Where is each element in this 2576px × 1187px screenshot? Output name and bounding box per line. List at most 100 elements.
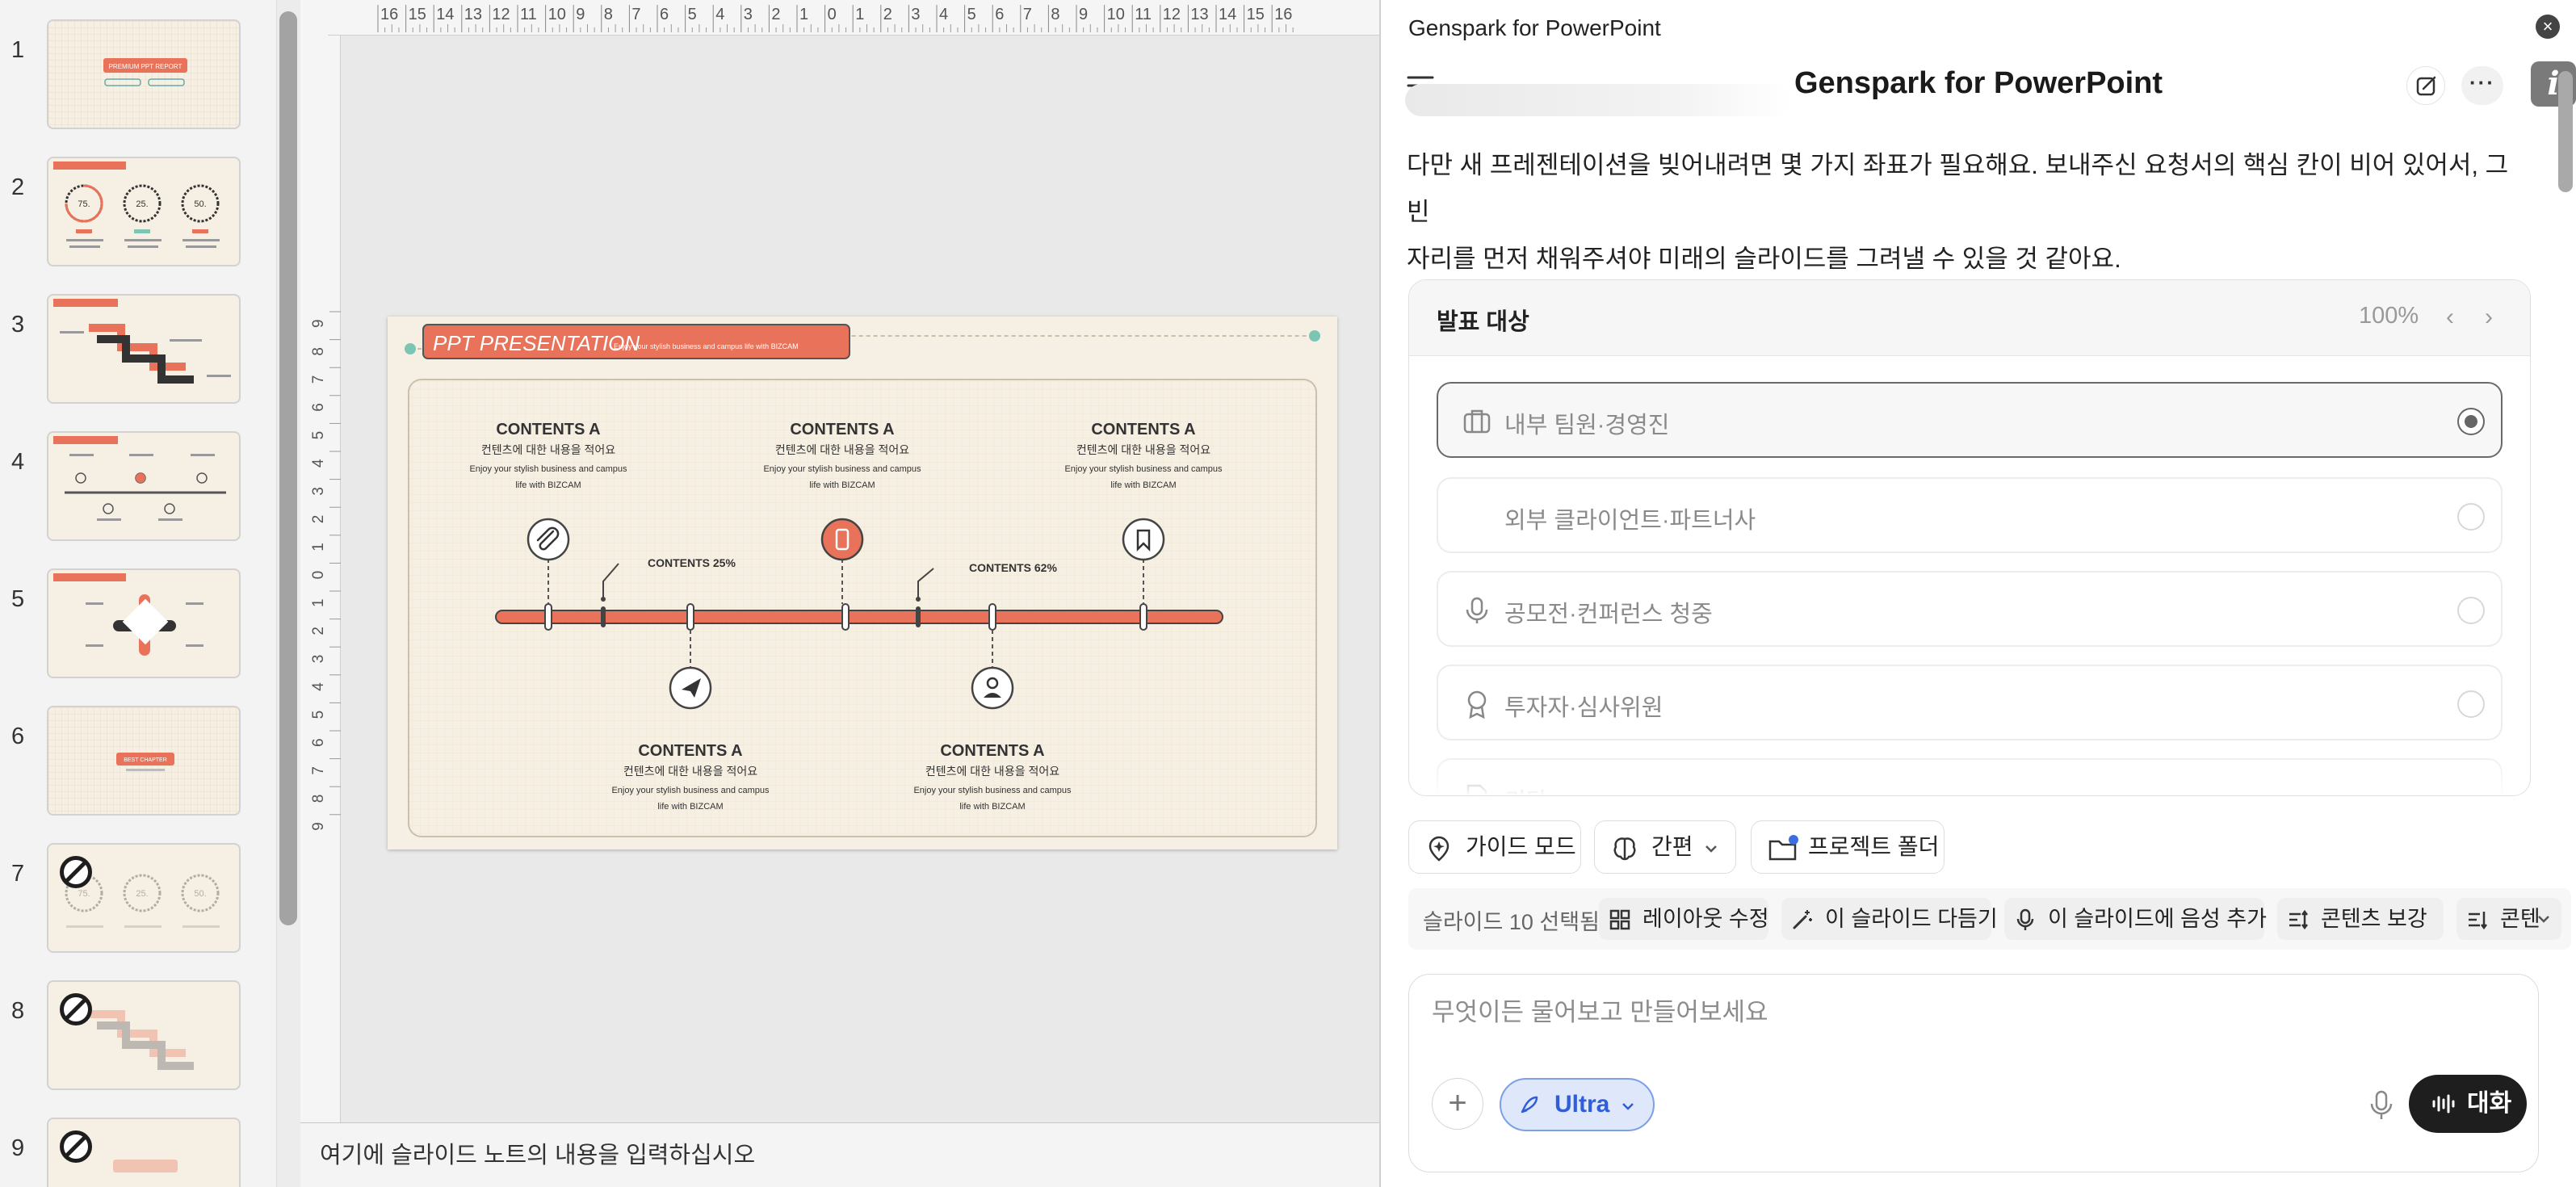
new-chat-button[interactable] — [2406, 66, 2445, 105]
option-label: 외부 클라이언트·파트너사 — [1504, 508, 1756, 534]
vertical-ruler-scale: 9 8 7 6 5 4 3 2 1 0 1 2 3 4 5 6 7 8 9 — [310, 311, 341, 831]
option-radio[interactable] — [2457, 503, 2485, 531]
callout-62: CONTENTS 62% — [969, 561, 1057, 574]
style-select-button[interactable]: 간편 — [1594, 820, 1736, 874]
option-external-client[interactable]: 외부 클라이언트·파트너사 — [1437, 477, 2503, 553]
ruler-label: 9 — [310, 319, 327, 328]
current-slide[interactable]: PPT PRESENTATION Enjoy your stylish busi… — [388, 317, 1337, 849]
thumbnail-title: BEST CHAPTER — [124, 757, 167, 763]
prev-question-button[interactable]: ‹ — [2436, 301, 2464, 333]
ruler-label: 7 — [310, 375, 327, 384]
horizontal-ruler: 16 15 14 13 12 11 10 9 8 7 6 5 4 3 2 1 0 1 2 3 4 5 6 7 8 9 10 11 12 1… — [328, 0, 1379, 36]
thumbnail-row[interactable]: 2 75. 25. 50. — [0, 157, 266, 268]
ruler-label: 7 — [1023, 6, 1032, 23]
slide-thumbnail[interactable]: 75. 25. 50. — [47, 157, 241, 266]
chat-input[interactable] — [1432, 992, 2514, 1033]
ruler-label: 14 — [436, 6, 454, 23]
slide-number: 3 — [11, 312, 25, 338]
close-panel-button[interactable]: × — [2536, 15, 2560, 39]
content-desc: life with BIZCAM — [515, 480, 581, 490]
voice-input-button[interactable] — [2367, 1089, 2396, 1122]
guide-mode-button[interactable]: 가이드 모드 — [1408, 820, 1581, 874]
model-select-button[interactable]: Ultra — [1500, 1078, 1655, 1131]
more-actions-label: 콘텐 — [2500, 907, 2540, 931]
slide-number: 7 — [11, 861, 25, 887]
slide-notes-area[interactable]: 여기에 슬라이드 노트의 내용을 입력하십시오 — [300, 1122, 1379, 1187]
polish-slide-button[interactable]: 이 슬라이드 다듬기 — [1781, 898, 1998, 940]
ruler-label: 16 — [1274, 6, 1292, 23]
next-question-button[interactable]: › — [2475, 301, 2503, 333]
thumbnail-row[interactable]: 5 — [0, 568, 266, 680]
ruler-label: 5 — [310, 711, 327, 719]
chevron-down-icon — [1705, 845, 1717, 853]
ruler-label: 3 — [310, 655, 327, 664]
option-radio[interactable] — [2457, 690, 2485, 718]
ruler-label: 7 — [631, 6, 640, 23]
option-radio[interactable] — [2457, 597, 2485, 624]
more-actions-button[interactable]: 콘텐 — [2456, 898, 2561, 940]
vertical-ruler: 9 8 7 6 5 4 3 2 1 0 1 2 3 4 5 6 7 8 9 — [300, 36, 341, 1122]
content-title: CONTENTS A — [940, 742, 1044, 760]
slide-thumbnail[interactable]: BEST CHAPTER — [47, 706, 241, 816]
content-desc: life with BIZCAM — [959, 802, 1025, 812]
ruler-label: 15 — [1247, 6, 1265, 23]
scrollbar-thumb[interactable] — [2558, 71, 2573, 192]
svg-text:25.: 25. — [136, 889, 148, 899]
thumbnail-art — [53, 573, 203, 656]
slide-thumbnail[interactable]: 75. 25. 50. — [47, 843, 241, 953]
question-card-header: 발표 대상 100% ‹ › — [1409, 280, 2530, 356]
enrich-content-button[interactable]: 콘텐츠 보강 — [2277, 898, 2444, 940]
ruler-label: 3 — [911, 6, 920, 23]
project-folder-label: 프로젝트 폴더 — [1808, 834, 1940, 859]
ruler-label: 4 — [715, 6, 724, 23]
thumbnail-art: BEST CHAPTER — [48, 707, 239, 814]
add-attachment-button[interactable]: + — [1432, 1078, 1483, 1130]
add-voice-button[interactable]: 이 슬라이드에 음성 추가 — [2004, 898, 2267, 940]
message-line: 다만 새 프레젠테이션을 빚어내려면 몇 가지 좌표가 필요해요. 보내주신 요… — [1407, 151, 2509, 226]
ruler-label: 14 — [1219, 6, 1236, 23]
hidden-slide-icon — [60, 1130, 92, 1163]
folder-icon — [1768, 835, 1798, 861]
content-desc: Enjoy your stylish business and campus — [913, 786, 1072, 795]
thumbnail-art: PREMIUM PPT REPORT — [48, 21, 239, 128]
project-folder-button[interactable]: 프로젝트 폴더 — [1751, 820, 1945, 874]
thumbnail-row[interactable]: 8 — [0, 980, 266, 1092]
text-adjust-icon — [2469, 912, 2487, 930]
thumbnail-row[interactable]: 7 75. 25. 50. — [0, 843, 266, 954]
thumbnail-art — [53, 299, 231, 384]
thumbnail-row[interactable]: 9 — [0, 1118, 266, 1187]
more-options-button[interactable]: ··· — [2461, 66, 2503, 105]
slide-thumbnail[interactable] — [47, 294, 241, 404]
ruler-label: 0 — [310, 571, 327, 580]
thumbnail-row[interactable]: 3 — [0, 294, 266, 405]
slide-thumbnail[interactable] — [47, 431, 241, 541]
content-desc: life with BIZCAM — [657, 802, 723, 812]
slide-number: 2 — [11, 174, 25, 200]
ruler-label: 12 — [1163, 6, 1181, 23]
slide-thumbnail[interactable] — [47, 1118, 241, 1187]
slide-thumbnail[interactable] — [47, 568, 241, 678]
option-conference-audience[interactable]: 공모전·컨퍼런스 청중 — [1437, 571, 2503, 647]
option-investors[interactable]: 투자자·심사위원 — [1437, 665, 2503, 740]
thumbnail-row[interactable]: 6 BEST CHAPTER — [0, 706, 266, 817]
ruler-label: 5 — [967, 6, 976, 23]
frame-dot — [1309, 330, 1320, 342]
ruler-label: 5 — [688, 6, 697, 23]
thumbnail-row[interactable]: 4 — [0, 431, 266, 543]
ruler-label: 8 — [310, 347, 327, 356]
ruler-label: 8 — [1051, 6, 1059, 23]
option-radio[interactable] — [2457, 408, 2485, 435]
ruler-label: 6 — [310, 403, 327, 412]
edit-layout-button[interactable]: 레이아웃 수정 — [1599, 898, 1769, 940]
thumbnail-row[interactable]: 1 PREMIUM PPT REPORT — [0, 19, 266, 131]
ruler-label: 10 — [1107, 6, 1125, 23]
slide-thumbnail[interactable] — [47, 980, 241, 1090]
scrollbar-thumb[interactable] — [279, 11, 297, 925]
thumbnail-scrollbar[interactable] — [276, 0, 300, 1187]
talk-button[interactable]: 대화 — [2409, 1075, 2527, 1133]
slide-thumbnail[interactable]: PREMIUM PPT REPORT — [47, 19, 241, 129]
ruler-label: 13 — [464, 6, 482, 23]
bookmark-icon — [1122, 518, 1165, 561]
option-internal-team[interactable]: 내부 팀원·경영진 — [1437, 382, 2503, 458]
panel-scrollbar[interactable] — [2553, 55, 2576, 798]
